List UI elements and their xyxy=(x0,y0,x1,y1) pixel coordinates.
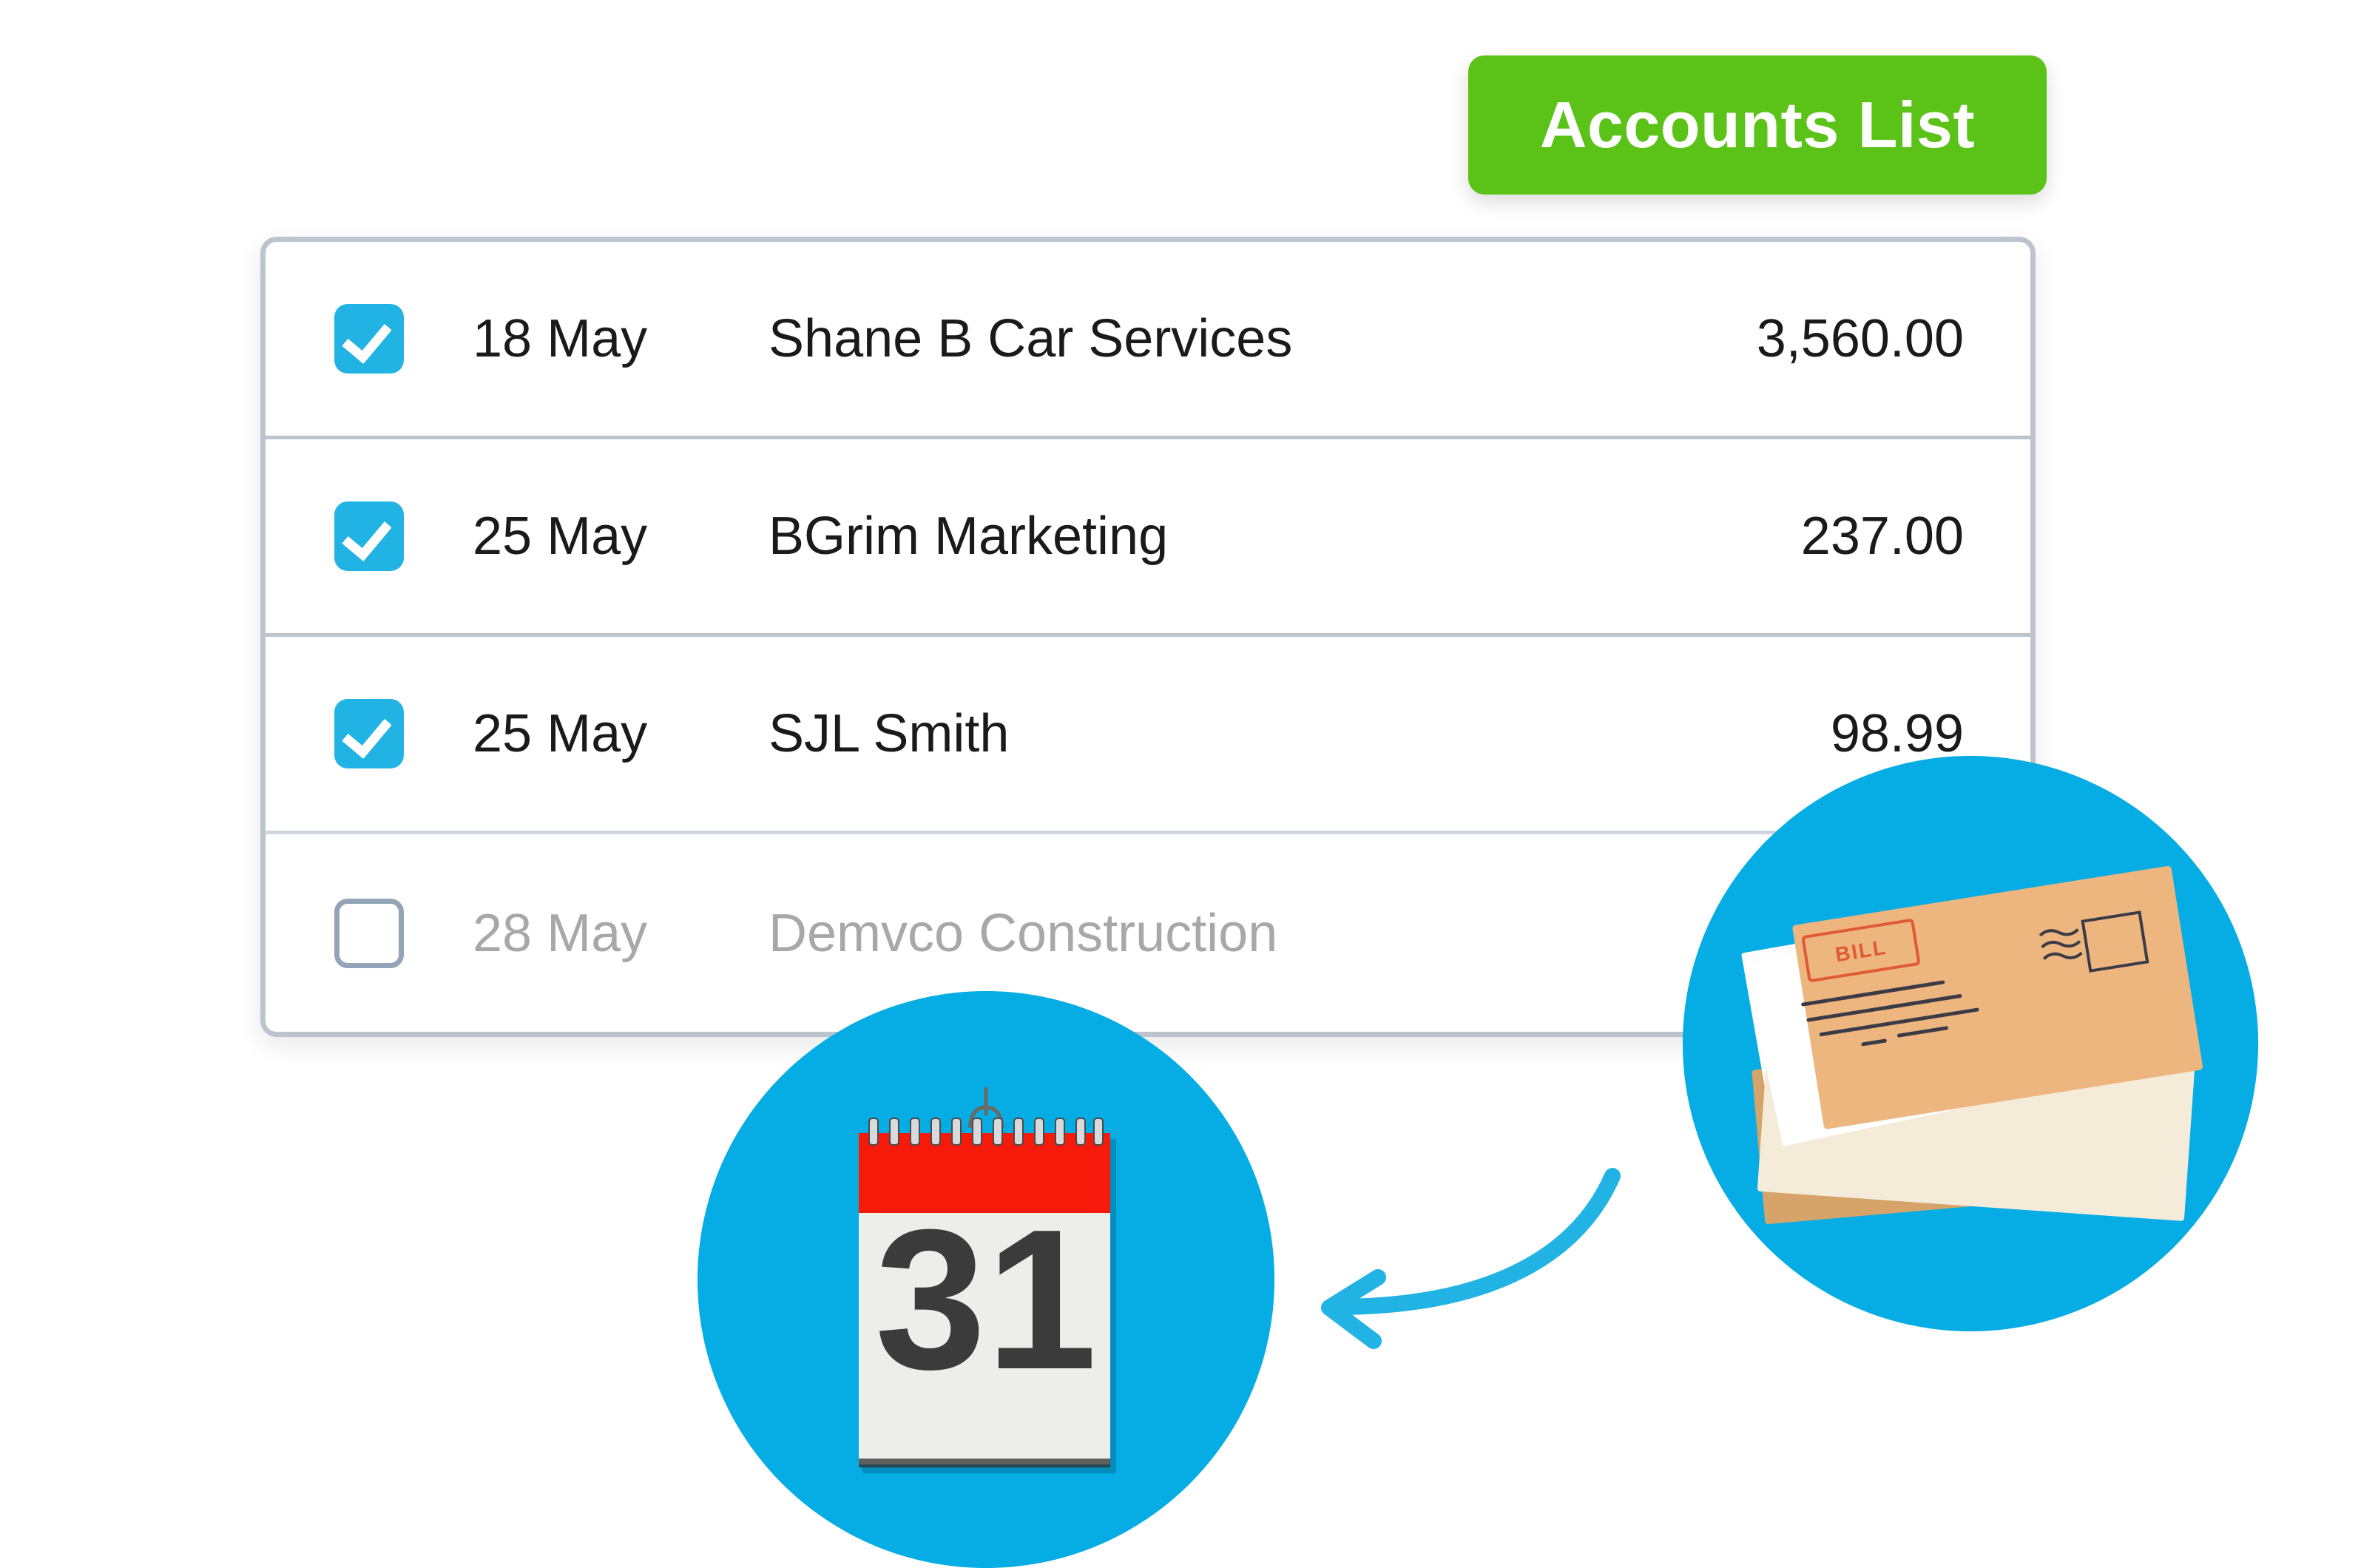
checkmark-icon xyxy=(342,706,392,760)
curved-arrow-left-icon xyxy=(1283,1143,1742,1372)
row-date: 25 May xyxy=(473,704,648,763)
row-checkbox-checked[interactable] xyxy=(334,304,404,374)
row-account-name: Shane B Car Services xyxy=(769,309,1293,368)
row-amount: 237.00 xyxy=(1800,507,1964,566)
row-account-name: Demvco Construction xyxy=(769,903,1278,963)
row-checkbox-unchecked[interactable] xyxy=(334,898,404,968)
row-checkbox-cell xyxy=(266,501,473,571)
accounts-list-button-label: Accounts List xyxy=(1539,88,1976,161)
accounts-list-button[interactable]: Accounts List xyxy=(1468,55,2047,195)
row-checkbox-checked[interactable] xyxy=(334,699,404,768)
row-amount: 98.99 xyxy=(1830,704,1964,763)
table-row[interactable]: 25 May BGrim Marketing 237.00 xyxy=(266,439,2030,637)
row-checkbox-checked[interactable] xyxy=(334,501,404,571)
table-row[interactable]: 18 May Shane B Car Services 3,560.00 xyxy=(266,242,2030,439)
row-date: 28 May xyxy=(473,903,648,963)
row-checkbox-cell xyxy=(266,304,473,374)
row-amount: 3,560.00 xyxy=(1756,309,1964,368)
row-date: 25 May xyxy=(473,507,648,566)
calendar-badge: 31 xyxy=(698,991,1274,1568)
mail-stack-badge: BILL xyxy=(1683,756,2258,1331)
checkmark-icon xyxy=(342,509,392,562)
row-account-name: BGrim Marketing xyxy=(769,507,1169,566)
calendar-day-number: 31 xyxy=(875,1189,1097,1411)
row-account-name: SJL Smith xyxy=(769,704,1010,763)
checkmark-icon xyxy=(342,311,392,365)
row-checkbox-cell xyxy=(266,699,473,768)
row-checkbox-cell xyxy=(266,898,473,968)
row-date: 18 May xyxy=(473,309,648,368)
